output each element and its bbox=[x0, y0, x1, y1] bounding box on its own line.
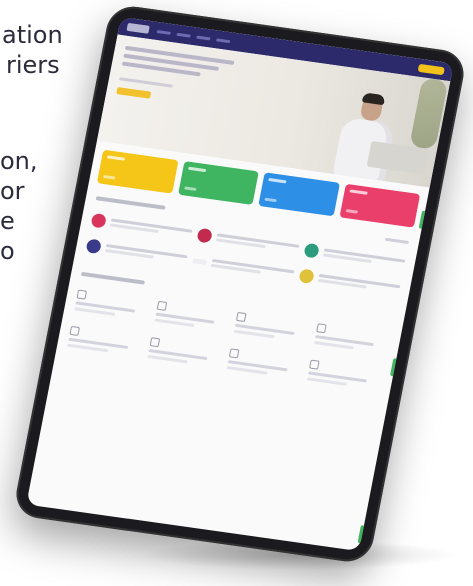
category-card[interactable] bbox=[258, 172, 340, 217]
document-icon bbox=[76, 289, 88, 300]
video-icon bbox=[235, 311, 247, 323]
category-card[interactable] bbox=[177, 161, 259, 205]
book-icon bbox=[315, 323, 327, 334]
program-item[interactable] bbox=[90, 212, 193, 241]
category-card[interactable] bbox=[96, 149, 179, 194]
tool-item[interactable] bbox=[74, 289, 152, 321]
user-icon bbox=[149, 337, 160, 348]
tool-item[interactable] bbox=[67, 325, 145, 357]
nav-item[interactable] bbox=[156, 29, 172, 35]
calendar-icon bbox=[69, 325, 81, 337]
tool-item[interactable] bbox=[233, 311, 312, 343]
tool-item[interactable] bbox=[153, 300, 232, 332]
tool-item[interactable] bbox=[146, 337, 225, 368]
hero-title bbox=[121, 44, 245, 82]
side-floating-tab[interactable] bbox=[357, 525, 366, 544]
plant-decoration bbox=[409, 77, 449, 150]
tool-item[interactable] bbox=[313, 323, 391, 354]
tool-item[interactable] bbox=[226, 348, 305, 379]
logo-icon[interactable] bbox=[126, 22, 150, 34]
program-item[interactable] bbox=[298, 268, 401, 296]
program-item[interactable] bbox=[192, 253, 295, 281]
tablet-screen bbox=[26, 16, 454, 552]
program-item[interactable] bbox=[85, 238, 188, 266]
program-item[interactable] bbox=[302, 242, 406, 271]
nav-item[interactable] bbox=[196, 35, 211, 40]
chart-icon bbox=[156, 300, 167, 311]
scene bbox=[0, 0, 473, 586]
settings-icon bbox=[308, 359, 320, 370]
nav-item[interactable] bbox=[216, 37, 231, 43]
tool-item[interactable] bbox=[306, 359, 384, 391]
view-all-link[interactable] bbox=[384, 237, 410, 244]
program-item[interactable] bbox=[196, 227, 300, 256]
nav-item[interactable] bbox=[176, 32, 191, 38]
header-cta-button[interactable] bbox=[417, 63, 445, 76]
mail-icon bbox=[228, 348, 240, 359]
hero-cta-button[interactable] bbox=[116, 87, 152, 99]
tablet-device bbox=[12, 3, 468, 565]
category-card[interactable] bbox=[338, 183, 421, 228]
hero-subtitle bbox=[118, 77, 179, 88]
